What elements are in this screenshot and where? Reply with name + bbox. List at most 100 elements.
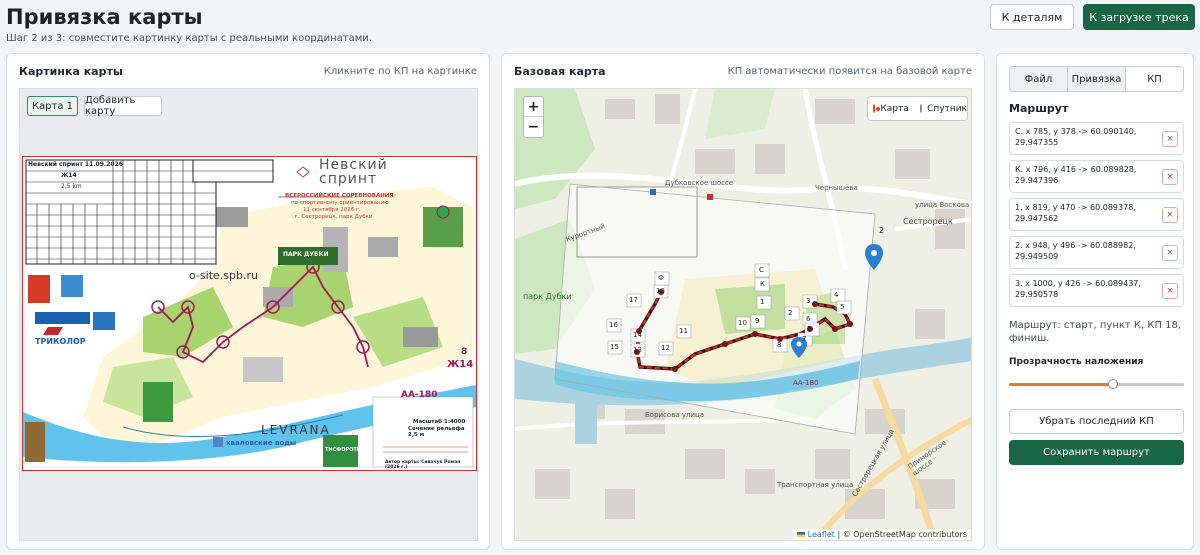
map-control-label: 12 [661,344,670,352]
map-control-label: 5 [807,325,812,333]
delete-point-button[interactable]: × [1162,169,1178,185]
map-control-label: 15 [610,343,619,351]
ukraine-flag-icon [797,532,806,537]
layer-switch: Карта Спутник [867,96,968,121]
orienteering-map-image[interactable]: Невский спринт 11.09.2026 Ж14 2,5 km Нев… [22,156,477,471]
map-control-label: 13 [633,346,642,354]
map-control-label: 3 [806,297,811,305]
remove-last-control-button[interactable]: Убрать последний КП [1009,409,1184,434]
layer-map-radio[interactable] [873,104,881,113]
zoom-in-button[interactable]: + [524,97,543,117]
opacity-slider[interactable] [1009,377,1184,391]
zoom-out-button[interactable]: − [524,117,543,137]
route-item-k: К. x 796, y 416 -> 60.089828, 29.947396 … [1009,160,1184,193]
map-logo-tis: ТИСФОРОТІ [325,447,359,453]
map-control-label: 4 [834,291,839,299]
map-tab-1[interactable]: Карта 1 [27,96,78,116]
map-control-label: 2 [879,226,885,235]
route-item-3: 3. x 1000, y 426 -> 60.089437, 29.950578… [1009,274,1184,307]
delete-point-button[interactable]: × [1162,245,1178,261]
map-relief: Сечение рельефа 2,5 м [408,426,465,438]
overlay-course-code: АА-180 [793,379,819,387]
map-author: Автор карты: Сивачук Роман (2026 г.) [385,460,461,470]
street-label: улица Воскова [915,201,970,209]
street-label: Чернышёва [815,184,858,192]
controls-panel: Файл Привязка КП Маршрут С. x 785, y 378… [996,53,1194,550]
opacity-label: Прозрачность наложения [1009,357,1144,367]
map-image-area: Карта 1 Добавить карту Невский спринт 11… [19,88,478,541]
tab-binding[interactable]: Привязка [1068,67,1126,91]
to-details-button[interactable]: К деталям [990,4,1074,30]
map-event-sub: по спортивному ориентированию [291,200,389,206]
base-map-panel: Базовая карта КП автоматически появится … [501,53,985,550]
add-map-button[interactable]: Добавить карту [84,95,162,117]
osm-attribution: | © OpenStreetMap contributors [837,530,967,539]
street-label: парк Дубки [523,292,572,301]
tab-file[interactable]: Файл [1010,67,1068,91]
street-label: Дубковское шоссе [665,179,734,187]
route-item-1: 1. x 819, y 470 -> 60.089378, 29.947562 … [1009,198,1184,231]
street-label: Борисова улица [645,411,705,419]
route-item-line: 1. x 819, y 470 -> 60.089378, [1015,203,1136,212]
save-route-button[interactable]: Сохранить маршрут [1009,440,1184,465]
map-control-label: К [760,280,765,288]
map-control-label: 6 [806,315,811,323]
tab-controls[interactable]: КП [1126,67,1183,91]
map-control-label: 8 [777,341,782,349]
map-distance-cell: 2,5 km [61,183,82,190]
map-control-label: 16 [609,321,618,329]
route-summary: Маршрут: старт, пункт К, КП 18, финиш. [1009,320,1182,344]
map-group-cell: Ж14 [61,172,77,179]
delete-point-button[interactable]: × [1162,207,1178,223]
map-logo-levrana: LEVRANA [261,423,331,437]
route-item-line: 2. x 948, y 496 -> 60.088982, [1015,241,1136,250]
map-control-label: 14 [633,331,642,339]
map-image-panel: Картинка карты Кликните по КП на картинк… [6,53,490,550]
opacity-slider-thumb[interactable] [1108,379,1118,389]
map-event-date: 11 сентября 2026 г. [303,207,361,213]
route-item-start: С. x 785, y 378 -> 60.090140, 29.947355 … [1009,122,1184,155]
map-event-place: г. Сестрорецк, парк Дубки [295,214,373,220]
to-track-upload-button[interactable]: К загрузке трека [1083,4,1195,30]
route-item-2: 2. x 948, y 496 -> 60.088982, 29.949509 … [1009,236,1184,269]
street-label: Транспортная улица [777,481,854,489]
layer-satellite-radio[interactable] [919,104,923,113]
map-control-label: С [759,266,764,274]
map-image-panel-hint: Кликните по КП на картинке [323,66,477,77]
layer-map-label[interactable]: Карта [880,104,908,114]
map-control-label: 7 [802,335,807,343]
map-image-panel-title: Картинка карты [19,65,123,78]
route-title: Маршрут [1009,102,1069,115]
map-title-2: спринт [319,171,378,187]
map-control-label: 9 [755,317,760,325]
route-item-line: 3. x 1000, y 426 -> 60.089437, [1015,279,1141,288]
map-control-label: 5 [840,303,845,311]
map-group-big: Ж14 [447,359,474,370]
page-title: Привязка карты [6,5,203,29]
page-subtitle: Шаг 2 из 3: совместите картинку карты с … [6,33,372,44]
route-list[interactable]: С. x 785, y 378 -> 60.090140, 29.947355 … [1009,122,1184,307]
layer-satellite-label[interactable]: Спутник [927,104,967,114]
base-map-view[interactable]: 1 7 18 16 14 15 13 11 12 10 9 8 3 2 6 4 5… [514,88,972,541]
route-item-line: 29.947355 [1015,138,1059,147]
map-group-num: 8 [461,347,468,357]
map-control-label: 10 [738,319,747,327]
map-control-label: 18 [656,287,665,295]
zoom-control: + − [523,96,544,138]
base-map-tiles[interactable] [515,89,972,541]
map-control-label: 2 [788,309,793,317]
base-map-panel-title: Базовая карта [514,65,606,78]
leaflet-link[interactable]: Leaflet [808,530,835,539]
delete-point-button[interactable]: × [1162,131,1178,147]
route-item-line: 29.949509 [1015,252,1059,261]
opacity-slider-fill [1009,383,1113,386]
route-item-line: 29.947396 [1015,176,1059,185]
map-control-label: Ф [658,274,665,282]
map-logo-park: ПАРК ДУБКИ [283,251,329,258]
map-event-line: ВСЕРОССИЙСКИЕ СОРЕВНОВАНИЯ [285,193,394,199]
map-control-label: 11 [679,327,688,335]
map-control-label: 1 [760,298,765,306]
route-item-line: С. x 785, y 378 -> 60.090140, [1015,127,1137,136]
delete-point-button[interactable]: × [1162,283,1178,299]
orienteering-map-drawing[interactable] [23,157,477,471]
